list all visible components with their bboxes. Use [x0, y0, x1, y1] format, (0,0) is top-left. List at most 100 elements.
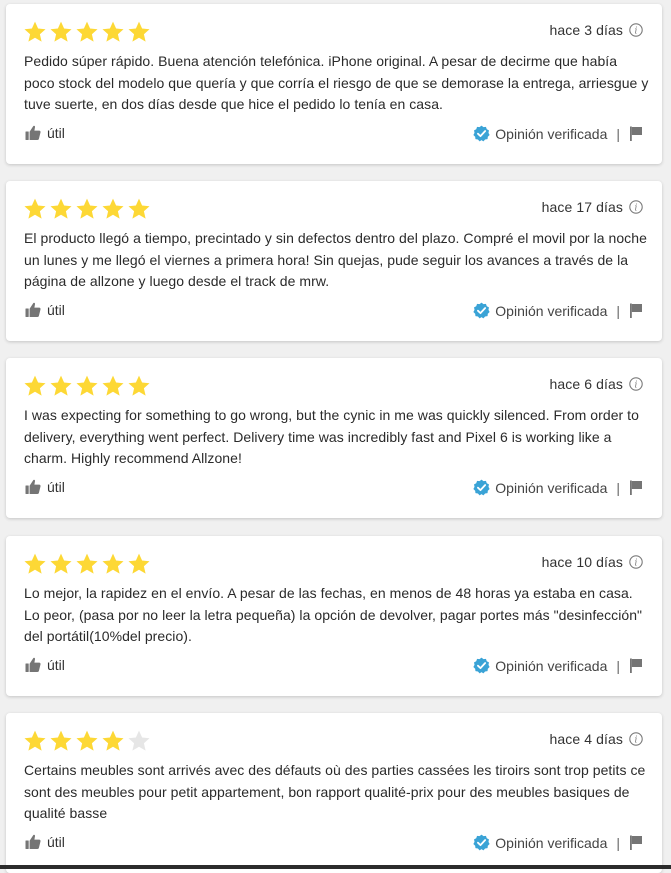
review-meta: Opinión verificada |	[473, 302, 643, 319]
star-filled-icon	[128, 21, 150, 42]
verified-badge-icon	[473, 125, 490, 142]
useful-label: útil	[47, 479, 65, 495]
verified-label: Opinión verificada	[495, 302, 608, 319]
verified-label: Opinión verificada	[495, 125, 608, 142]
review-meta: Opinión verificada |	[473, 834, 643, 851]
verified-badge-icon	[473, 479, 490, 496]
star-filled-icon	[50, 21, 72, 42]
report-flag-icon[interactable]	[629, 835, 643, 850]
star-rating	[23, 552, 151, 576]
useful-button[interactable]: útil	[25, 125, 65, 141]
useful-button[interactable]: útil	[25, 302, 65, 318]
review-date: hace 6 días i	[550, 376, 644, 392]
star-rating	[23, 374, 151, 398]
report-flag-icon[interactable]	[629, 658, 643, 673]
star-filled-icon	[102, 730, 124, 751]
review-card: hace 3 días i Pedido súper rápido. Buena a…	[6, 4, 662, 164]
useful-label: útil	[47, 834, 65, 850]
useful-label: útil	[47, 302, 65, 318]
star-filled-icon	[50, 553, 72, 574]
report-flag-icon[interactable]	[629, 480, 643, 495]
useful-button[interactable]: útil	[25, 479, 65, 495]
verified-label: Opinión verificada	[495, 834, 608, 851]
svg-text:i: i	[635, 204, 638, 214]
separator: |	[616, 657, 620, 674]
review-date: hace 10 días i	[542, 554, 643, 570]
star-filled-icon	[128, 553, 150, 574]
star-filled-icon	[24, 21, 46, 42]
star-filled-icon	[102, 553, 124, 574]
star-filled-icon	[24, 198, 46, 219]
window-bottom-edge	[0, 865, 671, 869]
star-filled-icon	[76, 553, 98, 574]
review-date-text: hace 3 días	[549, 22, 623, 38]
review-text: Lo mejor, la rapidez en el envío. A pesa…	[24, 585, 643, 644]
useful-button[interactable]: útil	[25, 657, 65, 673]
review-date-text: hace 4 días	[549, 731, 623, 747]
star-filled-icon	[76, 21, 98, 42]
review-date: hace 3 días i	[550, 22, 644, 38]
info-icon[interactable]: i	[629, 732, 643, 746]
separator: |	[616, 125, 620, 142]
review-card: hace 10 días i Lo mejor, la rapidez en el …	[6, 536, 662, 696]
star-filled-icon	[102, 375, 124, 396]
star-filled-icon	[128, 375, 150, 396]
review-text: Certains meubles sont arrivés avec des d…	[24, 762, 646, 821]
review-date-text: hace 6 días	[549, 376, 623, 392]
thumbs-up-icon	[25, 302, 41, 317]
star-filled-icon	[76, 198, 98, 219]
useful-label: útil	[47, 125, 65, 141]
info-icon[interactable]: i	[629, 555, 643, 569]
svg-text:i: i	[635, 27, 638, 37]
review-card: hace 17 días i El producto llegó a tiempo,…	[6, 181, 662, 341]
star-rating	[23, 20, 151, 44]
star-filled-icon	[50, 375, 72, 396]
star-filled-icon	[76, 730, 98, 751]
star-empty-icon	[128, 730, 150, 751]
verified-label: Opinión verificada	[495, 479, 608, 496]
star-filled-icon	[50, 730, 72, 751]
verified-badge-icon	[473, 657, 490, 674]
verified-label: Opinión verificada	[495, 657, 608, 674]
star-rating	[23, 197, 151, 221]
report-flag-icon[interactable]	[629, 126, 643, 141]
review-date: hace 4 días i	[550, 731, 644, 747]
separator: |	[616, 834, 620, 851]
separator: |	[616, 302, 620, 319]
star-filled-icon	[76, 375, 98, 396]
review-card: hace 6 días i I was expecting for somethin…	[6, 358, 662, 518]
thumbs-up-icon	[25, 479, 41, 494]
star-filled-icon	[50, 198, 72, 219]
star-filled-icon	[24, 375, 46, 396]
thumbs-up-icon	[25, 834, 41, 849]
useful-button[interactable]: útil	[25, 834, 65, 850]
review-text: Pedido súper rápido. Buena atención tele…	[24, 53, 649, 112]
info-icon[interactable]: i	[629, 200, 643, 214]
review-date-text: hace 17 días	[541, 199, 623, 215]
review-card: hace 4 días i Certains meubles sont arrivé…	[6, 713, 662, 873]
svg-text:i: i	[635, 736, 638, 746]
star-filled-icon	[102, 21, 124, 42]
useful-label: útil	[47, 657, 65, 673]
star-filled-icon	[128, 198, 150, 219]
svg-text:i: i	[635, 381, 638, 391]
thumbs-up-icon	[25, 657, 41, 672]
info-icon[interactable]: i	[629, 23, 643, 37]
star-rating	[23, 729, 151, 753]
review-meta: Opinión verificada |	[473, 479, 643, 496]
verified-badge-icon	[473, 834, 490, 851]
report-flag-icon[interactable]	[629, 303, 643, 318]
svg-text:i: i	[635, 559, 638, 569]
thumbs-up-icon	[25, 125, 41, 140]
star-filled-icon	[24, 730, 46, 751]
star-filled-icon	[24, 553, 46, 574]
review-date: hace 17 días i	[542, 199, 643, 215]
review-date-text: hace 10 días	[541, 554, 623, 570]
verified-badge-icon	[473, 302, 490, 319]
review-meta: Opinión verificada |	[473, 125, 643, 142]
review-meta: Opinión verificada |	[473, 657, 643, 674]
info-icon[interactable]: i	[629, 377, 643, 391]
star-filled-icon	[102, 198, 124, 219]
review-text: El producto llegó a tiempo, precintado y…	[24, 230, 647, 289]
review-text: I was expecting for something to go wron…	[24, 407, 639, 466]
